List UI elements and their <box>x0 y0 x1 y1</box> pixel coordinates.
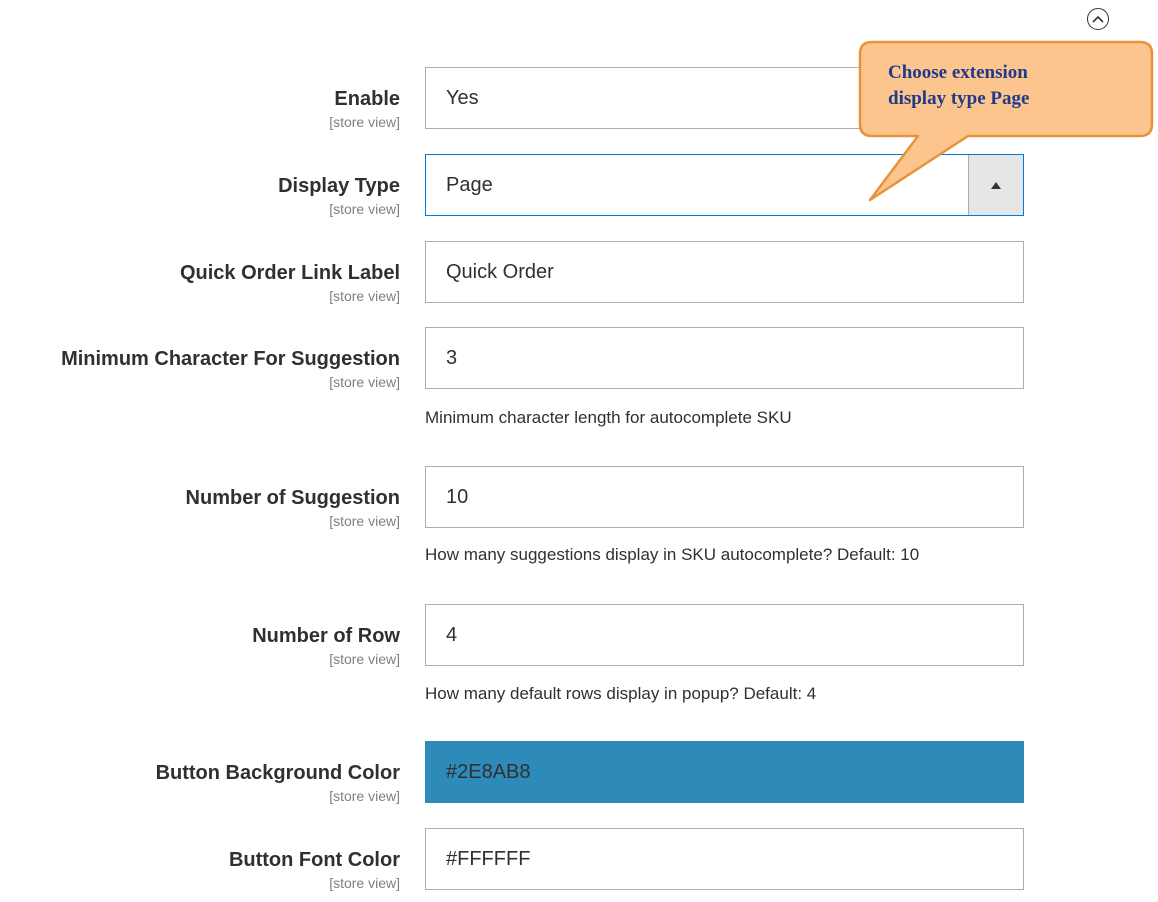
button-background-color-scope: [store view] <box>329 788 400 804</box>
number-of-suggestion-note: How many suggestions display in SKU auto… <box>425 545 920 564</box>
minimum-character-label-group: Minimum Character For Suggestion [store … <box>61 347 400 391</box>
minimum-character-label: Minimum Character For Suggestion <box>61 348 400 370</box>
enable-label-group: Enable [store view] <box>329 87 400 131</box>
quick-order-scope: [store view] <box>329 288 400 304</box>
enable-value: Yes <box>446 86 479 109</box>
minimum-character-scope: [store view] <box>329 374 400 390</box>
display-type-label-group: Display Type [store view] <box>278 174 400 218</box>
display-type-select[interactable]: Page <box>425 154 1024 216</box>
enable-scope: [store view] <box>329 114 400 130</box>
number-of-row-note: How many default rows display in popup? … <box>425 684 817 703</box>
select-toggle[interactable] <box>968 155 1023 215</box>
button-font-color-label-group: Button Font Color [store view] <box>229 848 400 892</box>
triangle-up-icon <box>991 181 1001 189</box>
number-of-suggestion-value: 10 <box>446 485 469 508</box>
button-font-color-label: Button Font Color <box>228 849 400 871</box>
number-of-suggestion-label-group: Number of Suggestion [store view] <box>186 486 400 530</box>
number-of-row-label-group: Number of Row [store view] <box>252 624 400 668</box>
minimum-character-input[interactable]: 3 <box>425 327 1024 389</box>
button-background-color-value: #2E8AB8 <box>446 760 531 783</box>
button-font-color-input[interactable]: #FFFFFF <box>425 828 1024 890</box>
button-background-color-label: Button Background Color <box>155 762 400 784</box>
number-of-suggestion-scope: [store view] <box>329 513 400 529</box>
enable-label: Enable <box>334 88 400 110</box>
quick-order-label: Quick Order Link Label <box>179 262 400 284</box>
number-of-suggestion-label: Number of Suggestion <box>185 487 400 509</box>
display-type-value: Page <box>446 173 493 196</box>
button-font-color-scope: [store view] <box>329 875 400 891</box>
enable-select[interactable]: Yes <box>425 67 1024 129</box>
button-background-color-label-group: Button Background Color [store view] <box>156 761 400 805</box>
display-type-scope: [store view] <box>329 201 400 217</box>
button-font-color-value: #FFFFFF <box>446 847 531 870</box>
number-of-row-input[interactable]: 4 <box>425 604 1024 666</box>
quick-order-link-label-input[interactable]: Quick Order <box>425 241 1024 303</box>
display-type-label: Display Type <box>278 175 400 197</box>
minimum-character-note: Minimum character length for autocomplet… <box>425 408 792 427</box>
quick-order-label-group: Quick Order Link Label [store view] <box>180 261 400 305</box>
number-of-suggestion-input[interactable]: 10 <box>425 466 1024 528</box>
quick-order-value: Quick Order <box>446 260 554 283</box>
button-background-color-input[interactable]: #2E8AB8 <box>425 741 1024 803</box>
collapse-section-button[interactable] <box>1087 8 1109 30</box>
number-of-row-label: Number of Row <box>252 625 400 647</box>
minimum-character-value: 3 <box>446 346 458 369</box>
number-of-row-scope: [store view] <box>329 651 400 667</box>
number-of-row-value: 4 <box>446 623 458 646</box>
chevron-up-icon <box>1092 15 1104 23</box>
